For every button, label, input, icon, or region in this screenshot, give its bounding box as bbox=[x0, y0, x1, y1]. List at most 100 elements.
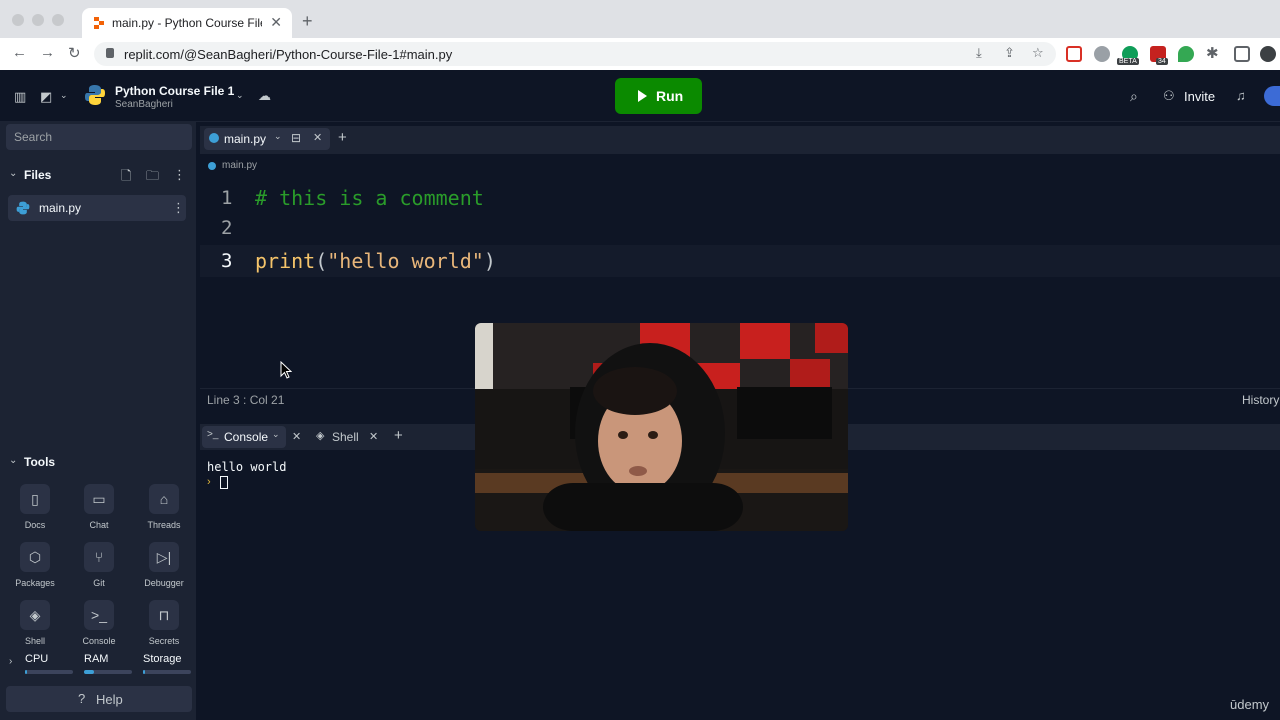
console-icon: >_ bbox=[207, 429, 219, 440]
tools-header[interactable]: Tools bbox=[24, 455, 55, 469]
browser-tab[interactable]: main.py - Python Course File 1 ✕ bbox=[82, 8, 292, 38]
gmail-extension-icon[interactable] bbox=[1066, 46, 1082, 62]
tools-collapse-chevron-icon[interactable]: ⌄ bbox=[9, 455, 17, 466]
heart-extension-icon[interactable] bbox=[1178, 46, 1194, 62]
new-tab-icon[interactable]: + bbox=[302, 11, 313, 32]
close-window-icon[interactable] bbox=[12, 14, 24, 26]
files-collapse-chevron-icon[interactable]: ⌄ bbox=[9, 168, 17, 179]
code-paren: ( bbox=[315, 249, 328, 273]
tab-chevron-down-icon[interactable]: ⌄ bbox=[274, 131, 282, 142]
file-menu-icon[interactable]: ⋮ bbox=[172, 200, 185, 216]
tool-label: Secrets bbox=[148, 636, 180, 646]
tool-threads[interactable]: ⌂ Threads bbox=[136, 484, 192, 530]
add-editor-tab-icon[interactable]: + bbox=[338, 129, 347, 146]
debugger-icon: ▷| bbox=[149, 542, 179, 572]
python-file-icon bbox=[16, 201, 30, 215]
resources-expand-chevron-icon[interactable]: › bbox=[9, 656, 12, 667]
invite-button[interactable]: Invite bbox=[1184, 89, 1215, 104]
tool-chat[interactable]: ▭ Chat bbox=[71, 484, 127, 530]
new-file-icon[interactable]: 🗋 bbox=[121, 167, 131, 189]
console-icon: >_ bbox=[84, 600, 114, 630]
code-line-print[interactable]: print("hello world") bbox=[255, 249, 496, 273]
sidepanel-icon[interactable] bbox=[1234, 46, 1250, 62]
tool-console[interactable]: >_ Console bbox=[71, 600, 127, 646]
tool-label: Console bbox=[82, 636, 116, 646]
run-label: Run bbox=[656, 88, 684, 104]
run-button[interactable]: Run bbox=[615, 78, 702, 114]
new-folder-icon[interactable]: 🗀 bbox=[146, 167, 159, 189]
close-editor-tab-icon[interactable]: ✕ bbox=[313, 131, 322, 144]
address-bar[interactable]: replit.com/@SeanBagheri/Python-Course-Fi… bbox=[94, 42, 1056, 66]
tool-packages[interactable]: ⬡ Packages bbox=[7, 542, 63, 588]
mouse-cursor-icon bbox=[280, 361, 292, 379]
profile-avatar[interactable] bbox=[1260, 46, 1276, 62]
package-icon: ⬡ bbox=[20, 542, 50, 572]
tool-label: Chat bbox=[89, 520, 109, 530]
tool-label: Docs bbox=[24, 520, 46, 530]
python-file-icon bbox=[209, 133, 219, 143]
sidebar-toggle-icon[interactable]: ▥ bbox=[14, 89, 26, 105]
extensions-puzzle-icon[interactable]: ✱ bbox=[1206, 44, 1219, 62]
line-number: 3 bbox=[221, 250, 233, 272]
chat-icon: ▭ bbox=[84, 484, 114, 514]
browser-toolbar: ← → ↻ replit.com/@SeanBagheri/Python-Cou… bbox=[0, 38, 1280, 70]
close-tab-icon[interactable]: ✕ bbox=[270, 14, 282, 31]
adblock-extension-icon[interactable] bbox=[1094, 46, 1110, 62]
breadcrumb[interactable]: main.py bbox=[222, 160, 257, 171]
console-cursor[interactable] bbox=[220, 476, 228, 489]
project-name[interactable]: Python Course File 1 bbox=[115, 84, 234, 98]
maximize-window-icon[interactable] bbox=[52, 14, 64, 26]
tool-debugger[interactable]: ▷| Debugger bbox=[136, 542, 192, 588]
close-console-tab-icon[interactable]: ✕ bbox=[292, 430, 301, 443]
storage-meter bbox=[143, 670, 191, 674]
tool-docs[interactable]: ▯ Docs bbox=[7, 484, 63, 530]
console-chevron-down-icon[interactable]: ⌄ bbox=[272, 429, 280, 440]
files-header[interactable]: Files bbox=[24, 168, 51, 182]
project-owner[interactable]: SeanBagheri bbox=[115, 99, 173, 110]
share-icon[interactable]: ⇪ bbox=[1004, 45, 1015, 61]
reload-icon[interactable]: ↻ bbox=[68, 44, 81, 62]
minimize-window-icon[interactable] bbox=[32, 14, 44, 26]
line-number: 2 bbox=[221, 217, 233, 239]
close-shell-tab-icon[interactable]: ✕ bbox=[369, 430, 378, 443]
storage-label: Storage bbox=[143, 653, 182, 665]
browser-chrome: main.py - Python Course File 1 ✕ + ← → ↻… bbox=[0, 0, 1280, 70]
forward-icon[interactable]: → bbox=[40, 44, 55, 61]
lock-icon bbox=[106, 48, 114, 58]
chevron-down-icon[interactable]: ⌄ bbox=[60, 90, 68, 101]
add-console-tab-icon[interactable]: + bbox=[394, 427, 403, 444]
shell-icon: ◈ bbox=[316, 430, 325, 442]
code-line-comment[interactable]: # this is a comment bbox=[255, 186, 484, 210]
tool-shell[interactable]: ◈ Shell bbox=[7, 600, 63, 646]
project-menu-chevron-icon[interactable]: ⌄ bbox=[236, 90, 244, 101]
count-badge: 34 bbox=[1156, 58, 1168, 65]
replit-logo-icon[interactable]: ◩ bbox=[40, 89, 52, 105]
help-button[interactable]: ? Help bbox=[6, 686, 192, 712]
search-placeholder: Search bbox=[14, 130, 53, 144]
console-tab[interactable]: >_ Console ⌄ bbox=[202, 426, 286, 448]
files-menu-icon[interactable]: ⋮ bbox=[173, 167, 186, 183]
console-output: hello world bbox=[207, 460, 287, 474]
bell-icon[interactable]: ♫ bbox=[1236, 88, 1246, 103]
back-icon[interactable]: ← bbox=[12, 44, 27, 61]
search-input[interactable]: Search bbox=[6, 124, 192, 150]
user-avatar[interactable] bbox=[1264, 86, 1280, 106]
tool-label: Debugger bbox=[144, 578, 184, 588]
webcam-overlay bbox=[475, 323, 848, 531]
code-function: print bbox=[255, 249, 316, 273]
console-prompt: › bbox=[207, 476, 211, 488]
editor-tab-label: main.py bbox=[224, 132, 267, 146]
tool-git[interactable]: ⑂ Git bbox=[71, 542, 127, 588]
download-icon[interactable]: ⤓ bbox=[976, 45, 982, 61]
shell-tab[interactable]: Shell bbox=[332, 430, 359, 444]
editor-tab-main-py[interactable]: main.py ⌄ ⊟ bbox=[204, 128, 330, 150]
bookmark-star-icon[interactable]: ☆ bbox=[1032, 45, 1044, 61]
replit-favicon-icon bbox=[94, 17, 104, 29]
split-view-icon[interactable]: ⊟ bbox=[291, 131, 301, 145]
file-item-main-py[interactable]: main.py ⋮ bbox=[8, 195, 186, 221]
search-icon[interactable]: ⌕ bbox=[1130, 88, 1138, 105]
tool-secrets[interactable]: ⊓ Secrets bbox=[136, 600, 192, 646]
udemy-watermark: ūdemy bbox=[1230, 697, 1270, 712]
beta-badge: BETA bbox=[1117, 58, 1139, 65]
history-button[interactable]: History bbox=[1242, 393, 1279, 407]
